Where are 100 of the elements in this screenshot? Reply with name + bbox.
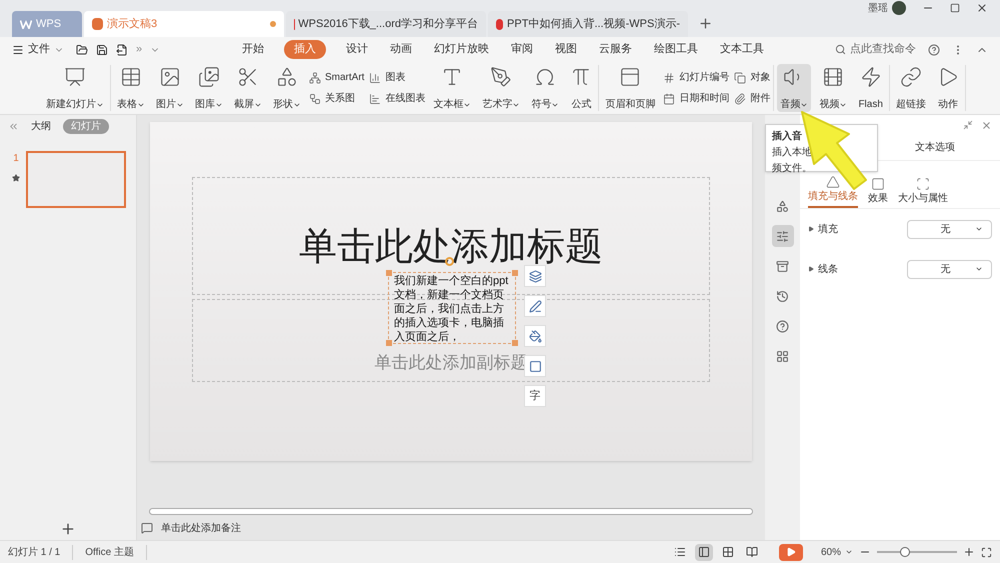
fit-window-icon[interactable]: [981, 546, 992, 558]
close-icon[interactable]: [981, 120, 992, 130]
panel-tab[interactable]: 大纲: [31, 118, 51, 134]
ribbon-icon: [120, 66, 142, 88]
caret-icon: [845, 548, 853, 556]
new-tab-icon[interactable]: [698, 16, 713, 31]
tool-icon: [776, 350, 789, 362]
float-tool-button[interactable]: [524, 295, 546, 317]
help-icon[interactable]: [928, 44, 940, 56]
resize-handle[interactable]: [512, 340, 518, 346]
open-icon[interactable]: [76, 44, 88, 56]
zoom-in-icon[interactable]: [963, 546, 975, 558]
subtab-icon: [871, 177, 885, 191]
ribbon-icon: [663, 92, 676, 104]
ribbon-button[interactable]: 图库: [192, 64, 226, 112]
ribbon-tab[interactable]: 视图: [553, 41, 580, 58]
expand-icon[interactable]: [808, 226, 814, 232]
ribbon-small-button[interactable]: 幻灯片编号: [663, 70, 730, 85]
ribbon-button[interactable]: 截屏: [231, 64, 265, 112]
property-dropdown[interactable]: 无: [907, 260, 992, 278]
ribbon-button[interactable]: 视频: [816, 64, 850, 112]
save-icon[interactable]: [96, 44, 108, 56]
export-icon[interactable]: [116, 44, 128, 56]
subtab-icon: [916, 177, 930, 191]
resize-handle[interactable]: [512, 270, 518, 276]
text-tool-button[interactable]: 字: [524, 385, 546, 407]
ribbon-tab[interactable]: 文本工具: [718, 41, 766, 58]
zoom-slider-thumb[interactable]: [900, 547, 910, 557]
caret-icon: [975, 265, 983, 273]
ribbon-tab[interactable]: 幻灯片放映: [432, 41, 492, 58]
user-avatar[interactable]: [892, 1, 906, 15]
maximize-icon[interactable]: [950, 3, 960, 13]
file-menu[interactable]: 文件: [28, 41, 50, 58]
ribbon-tab[interactable]: 开始: [240, 41, 266, 58]
ribbon-button[interactable]: 公式: [567, 64, 596, 112]
ribbon-button[interactable]: 艺术字: [479, 64, 524, 112]
ribbon-small-button[interactable]: 图表: [369, 70, 426, 85]
slide-thumbnail[interactable]: [26, 151, 126, 208]
ribbon-small-button[interactable]: SmartArt: [309, 70, 364, 85]
ribbon-button[interactable]: Flash: [855, 64, 886, 112]
float-tool-button[interactable]: [524, 265, 546, 287]
menu-icon[interactable]: [12, 44, 24, 56]
ribbon-tab[interactable]: 动画: [388, 41, 414, 58]
close-icon[interactable]: [976, 2, 988, 14]
ribbon-button[interactable]: 文本框: [430, 64, 474, 112]
document-tab[interactable]: PPT中如何插入背...视频-WPS演示-: [488, 11, 688, 37]
ribbon-button[interactable]: 动作: [934, 64, 962, 112]
tool-icon: [528, 270, 542, 282]
horizontal-scrollbar[interactable]: [149, 508, 753, 514]
ribbon-tab[interactable]: 设计: [344, 41, 370, 58]
zoom-value[interactable]: 60%: [820, 544, 853, 560]
text-box[interactable]: 我们新建一个空白的ppt文档，新建一个文档页面之后，我们点击上方的插入选项卡，电脑插入页面之后，: [389, 273, 515, 344]
ribbon-button[interactable]: 页眉和页脚: [602, 64, 658, 112]
side-tool-button[interactable]: [772, 225, 794, 247]
property-dropdown[interactable]: 无: [907, 220, 992, 238]
ribbon-button[interactable]: 新建幻灯片: [43, 64, 107, 112]
ribbon-icon: [369, 72, 382, 84]
ribbon-icon: [860, 66, 882, 88]
ribbon-icon: [663, 72, 676, 84]
tool-icon: [528, 330, 542, 342]
ribbon-tab[interactable]: 绘图工具: [652, 41, 700, 58]
ribbon-button[interactable]: 音频: [777, 64, 812, 112]
view-button[interactable]: [694, 544, 713, 560]
resize-handle[interactable]: [386, 340, 392, 346]
ribbon-small-button[interactable]: 附件: [734, 91, 770, 106]
ribbon-small-button[interactable]: 日期和时间: [663, 91, 730, 106]
text-options-tab[interactable]: 文本选项: [915, 140, 955, 155]
property-label: 线条: [818, 262, 838, 276]
slide-number: 1: [13, 152, 19, 166]
panel-subtab[interactable]: 大小与属性: [898, 177, 948, 208]
dock-icon[interactable]: [963, 120, 973, 130]
ribbon-button[interactable]: 表格: [114, 64, 148, 112]
tool-icon: [528, 300, 542, 312]
tool-icon: [528, 360, 542, 372]
ribbon-tab[interactable]: 审阅: [509, 41, 536, 58]
ribbon-button[interactable]: 符号: [528, 64, 562, 112]
ribbon-icon: [619, 66, 642, 88]
document-tab[interactable]: WPS2016下载_...ord学习和分享平台: [286, 11, 486, 37]
notes-placeholder[interactable]: 单击此处添加备注: [161, 520, 241, 536]
star-icon: [12, 174, 20, 182]
panel-subtab[interactable]: 效果: [868, 177, 888, 208]
resize-handle[interactable]: [386, 270, 392, 276]
float-tool-button[interactable]: [524, 325, 546, 347]
ribbon-tab[interactable]: 云服务: [597, 41, 634, 58]
ribbon-small-button[interactable]: 对象: [734, 70, 770, 85]
command-search[interactable]: 点此查找命令: [835, 41, 916, 58]
ribbon-button[interactable]: 形状: [270, 64, 304, 112]
slideshow-button[interactable]: [778, 544, 803, 560]
ribbon-small-button[interactable]: 在线图表: [369, 91, 426, 106]
ribbon-small-button[interactable]: 关系图: [309, 91, 364, 106]
caret-icon: [975, 225, 983, 233]
tooltip-title: 插入音: [772, 129, 802, 144]
notes-icon: [141, 522, 153, 534]
ribbon-button[interactable]: 图片: [153, 64, 187, 112]
expand-icon[interactable]: [808, 266, 814, 272]
ribbon-icon: [159, 66, 181, 88]
add-slide-icon[interactable]: [60, 521, 76, 537]
presentation-file-icon: [92, 18, 103, 30]
float-tool-button[interactable]: [524, 355, 546, 377]
ribbon-button[interactable]: 超链接: [892, 64, 929, 112]
